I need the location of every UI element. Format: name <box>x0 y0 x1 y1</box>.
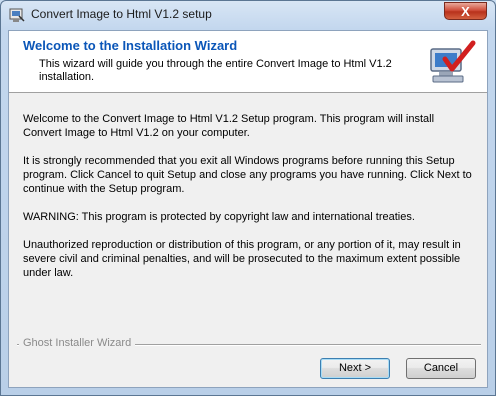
installer-brand-label: Ghost Installer Wizard <box>19 337 136 349</box>
wizard-client-area: Welcome to the Installation Wizard This … <box>8 30 488 388</box>
intro-paragraph: Welcome to the Convert Image to Html V1.… <box>23 113 435 139</box>
recommendation-paragraph: It is strongly recommended that you exit… <box>23 155 472 195</box>
setup-window: Convert Image to Html V1.2 setup X Welco… <box>0 0 496 396</box>
computer-checkmark-icon <box>430 40 476 83</box>
legal-paragraph: Unauthorized reproduction or distributio… <box>23 239 461 279</box>
close-button[interactable]: X <box>444 2 487 20</box>
wizard-header: Welcome to the Installation Wizard This … <box>9 31 487 93</box>
wizard-body: Welcome to the Convert Image to Html V1.… <box>23 112 473 294</box>
warning-paragraph: WARNING: This program is protected by co… <box>23 211 415 223</box>
installer-app-icon <box>9 8 25 22</box>
close-icon: X <box>461 4 470 19</box>
cancel-button[interactable]: Cancel <box>406 358 476 379</box>
page-title: Welcome to the Installation Wizard <box>23 38 238 53</box>
page-subtitle: This wizard will guide you through the e… <box>39 58 392 83</box>
title-bar[interactable]: Convert Image to Html V1.2 setup X <box>1 1 495 27</box>
window-title: Convert Image to Html V1.2 setup <box>31 7 212 21</box>
next-button[interactable]: Next > <box>320 358 390 379</box>
